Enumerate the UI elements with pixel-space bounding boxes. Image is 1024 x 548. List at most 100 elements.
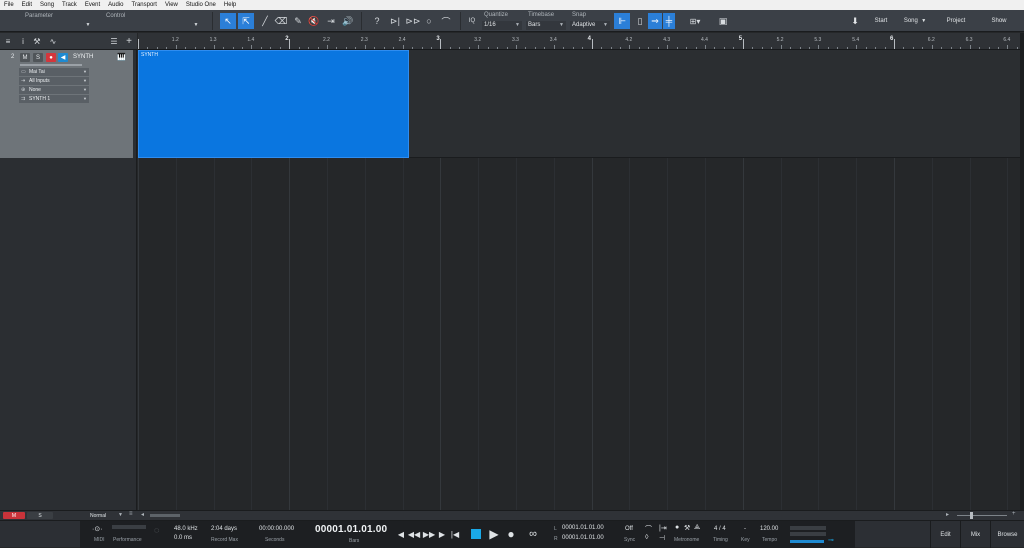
timing-value[interactable]: 4 / 4 bbox=[714, 526, 726, 532]
record-button[interactable]: ● bbox=[504, 527, 518, 541]
help-button[interactable]: ? bbox=[371, 13, 383, 29]
follow-edit-icon[interactable]: ⊳⊳ bbox=[405, 13, 421, 29]
arrange-view[interactable]: 1.2 1.3 1.4 2 2.2 2.3 2.4 3 3.2 3.3 3.4 4 4.2 4.3 4.4 5… bbox=[138, 33, 1020, 510]
mix-button[interactable]: Mix bbox=[960, 521, 990, 548]
forward-icon[interactable]: ▶ bbox=[437, 529, 447, 539]
mute-tool-icon[interactable]: 🔇 bbox=[307, 13, 321, 29]
zoom-select[interactable]: Normal bbox=[90, 513, 106, 519]
clip-icon[interactable]: ▣ bbox=[717, 13, 729, 29]
track-view-icon[interactable]: ☰ bbox=[109, 34, 119, 48]
loop-button[interactable]: ∞ bbox=[524, 527, 542, 541]
fast-forward-icon[interactable]: ▶▶ bbox=[423, 529, 435, 539]
mute-button[interactable]: M bbox=[20, 53, 30, 62]
arrow-tool-icon[interactable]: ↖ bbox=[220, 13, 236, 29]
autoscroll-icon[interactable]: ⊳| bbox=[388, 13, 402, 29]
menu-item-help[interactable]: Help bbox=[220, 2, 240, 8]
eraser-tool-icon[interactable]: ⌫ bbox=[274, 13, 288, 29]
wrench-icon[interactable]: ⚒ bbox=[32, 34, 42, 48]
song-button[interactable]: Song ▼ bbox=[898, 13, 932, 29]
metronome-icon[interactable]: ⟁ bbox=[694, 524, 700, 532]
menu-item-file[interactable]: File bbox=[0, 2, 18, 8]
bottom-solo-button[interactable]: S bbox=[27, 512, 53, 519]
volume-fader[interactable] bbox=[20, 64, 82, 66]
show-button[interactable]: Show bbox=[983, 13, 1015, 29]
tempo-value[interactable]: 120.00 bbox=[760, 526, 778, 532]
precount-icon[interactable]: ⌒ bbox=[645, 524, 652, 534]
grid-menu-icon[interactable]: ⊞▾ bbox=[684, 13, 706, 29]
sync-value[interactable]: Off bbox=[625, 526, 633, 532]
list-icon[interactable]: ≡ bbox=[129, 511, 133, 517]
loop-start[interactable]: 00001.01.01.00 bbox=[562, 525, 604, 531]
instrument-select[interactable]: ▭ Mai Tai ▼ bbox=[19, 68, 89, 76]
snap-toggle-icon[interactable]: ⊩ bbox=[614, 13, 630, 29]
channel-select[interactable]: ⊕ None ▼ bbox=[19, 86, 89, 94]
zoom-dropdown-icon[interactable]: ▼ bbox=[118, 512, 123, 518]
browse-button[interactable]: Browse bbox=[990, 521, 1024, 548]
timeline-ruler[interactable]: 1.2 1.3 1.4 2 2.2 2.3 2.4 3 3.2 3.3 3.4 4 4.2 4.3 4.4 5… bbox=[138, 33, 1020, 50]
control-dropdown-icon[interactable]: ▼ bbox=[192, 21, 200, 29]
zoom-in-icon[interactable]: + bbox=[1012, 511, 1016, 517]
scroll-left-icon[interactable]: ◂ bbox=[141, 511, 144, 518]
loop-follow-icon[interactable]: ○ bbox=[423, 13, 435, 29]
vertical-scrollbar[interactable] bbox=[1020, 33, 1024, 510]
zoom-slider[interactable] bbox=[957, 515, 1007, 516]
menu-item-audio[interactable]: Audio bbox=[104, 2, 127, 8]
note-event[interactable]: SYNTH bbox=[138, 50, 409, 158]
end-icon[interactable]: |◀ bbox=[450, 529, 460, 539]
add-track-icon[interactable]: + bbox=[124, 34, 134, 48]
stop-button[interactable] bbox=[471, 529, 481, 539]
solo-button[interactable]: S bbox=[33, 53, 43, 62]
iq-button[interactable]: IQ bbox=[466, 13, 478, 29]
loop-end[interactable]: 00001.01.01.00 bbox=[562, 535, 604, 541]
menu-item-view[interactable]: View bbox=[161, 2, 182, 8]
record-arm-button[interactable]: ● bbox=[46, 53, 56, 62]
grid-snap-icon[interactable]: ▯ bbox=[633, 13, 647, 29]
rewind-icon[interactable]: ◀◀ bbox=[408, 529, 420, 539]
edit-button[interactable]: Edit bbox=[930, 521, 960, 548]
automation-icon[interactable]: ∿ bbox=[46, 34, 60, 48]
menu-item-event[interactable]: Event bbox=[81, 2, 104, 8]
punch-icon[interactable]: |⇥ bbox=[659, 524, 667, 532]
menu-item-track[interactable]: Track bbox=[58, 2, 81, 8]
horizontal-scrollbar[interactable] bbox=[150, 514, 180, 517]
key-value[interactable]: - bbox=[744, 526, 746, 532]
output-select[interactable]: ⇉ SYNTH 1 ▼ bbox=[19, 95, 89, 103]
listen-tool-icon[interactable]: 🔊 bbox=[341, 13, 355, 29]
cursor-snap-icon[interactable]: ╪ bbox=[663, 13, 675, 29]
project-button[interactable]: Project bbox=[937, 13, 975, 29]
menu-item-song[interactable]: Song bbox=[36, 2, 58, 8]
menu-item-studio-one[interactable]: Studio One bbox=[182, 2, 220, 8]
snap-select[interactable]: Adaptive ▼ bbox=[570, 21, 610, 30]
main-volume-icon[interactable]: ⊸ bbox=[828, 536, 834, 544]
instrument-keyboard-icon[interactable]: 🎹 bbox=[117, 53, 126, 61]
track-name[interactable]: SYNTH bbox=[73, 54, 93, 60]
input-select[interactable]: ⇥ All Inputs ▼ bbox=[19, 77, 89, 85]
scroll-right-icon[interactable]: ▸ bbox=[946, 511, 949, 518]
inspector-icon[interactable]: i bbox=[19, 34, 27, 48]
menu-item-edit[interactable]: Edit bbox=[18, 2, 36, 8]
play-button[interactable]: ▶ bbox=[487, 527, 501, 541]
bottom-mute-button[interactable]: M bbox=[3, 512, 25, 519]
metronome-settings-icon[interactable]: ⚒ bbox=[684, 524, 690, 532]
position-display[interactable]: 00001.01.01.00 bbox=[315, 524, 387, 535]
track-header-synth[interactable]: 2 M S ● ◀ SYNTH 🎹 ▭ Mai Tai ▼ ⇥ All Inputs ▼… bbox=[0, 50, 133, 158]
autopunch-icon[interactable]: ⊣ bbox=[659, 534, 665, 542]
menu-item-transport[interactable]: Transport bbox=[128, 2, 161, 8]
split-tool-icon[interactable]: ╱ bbox=[258, 13, 272, 29]
forward-snap-icon[interactable]: ⇒ bbox=[648, 13, 662, 29]
metronome-toggle-icon[interactable]: ● bbox=[675, 524, 679, 531]
track-list-menu-icon[interactable]: ≡ bbox=[3, 34, 13, 48]
range-tool-icon[interactable]: ⇱ bbox=[238, 13, 254, 29]
main-volume-slider[interactable] bbox=[790, 540, 824, 543]
paint-tool-icon[interactable]: ✎ bbox=[291, 13, 305, 29]
monitor-button[interactable]: ◀ bbox=[58, 53, 68, 62]
return-to-zero-icon[interactable]: ◀ bbox=[396, 529, 406, 539]
quantize-select[interactable]: 1/16 ▼ bbox=[482, 21, 522, 30]
position-unit[interactable]: Bars bbox=[349, 538, 359, 544]
start-button[interactable]: Start bbox=[868, 13, 894, 29]
bend-tool-icon[interactable]: ⇥ bbox=[324, 13, 338, 29]
parameter-dropdown-icon[interactable]: ▼ bbox=[84, 21, 92, 29]
timebase-select[interactable]: Bars ▼ bbox=[526, 21, 566, 30]
preroll-icon[interactable]: ◊ bbox=[645, 534, 648, 541]
zoom-slider-thumb[interactable] bbox=[970, 512, 973, 519]
